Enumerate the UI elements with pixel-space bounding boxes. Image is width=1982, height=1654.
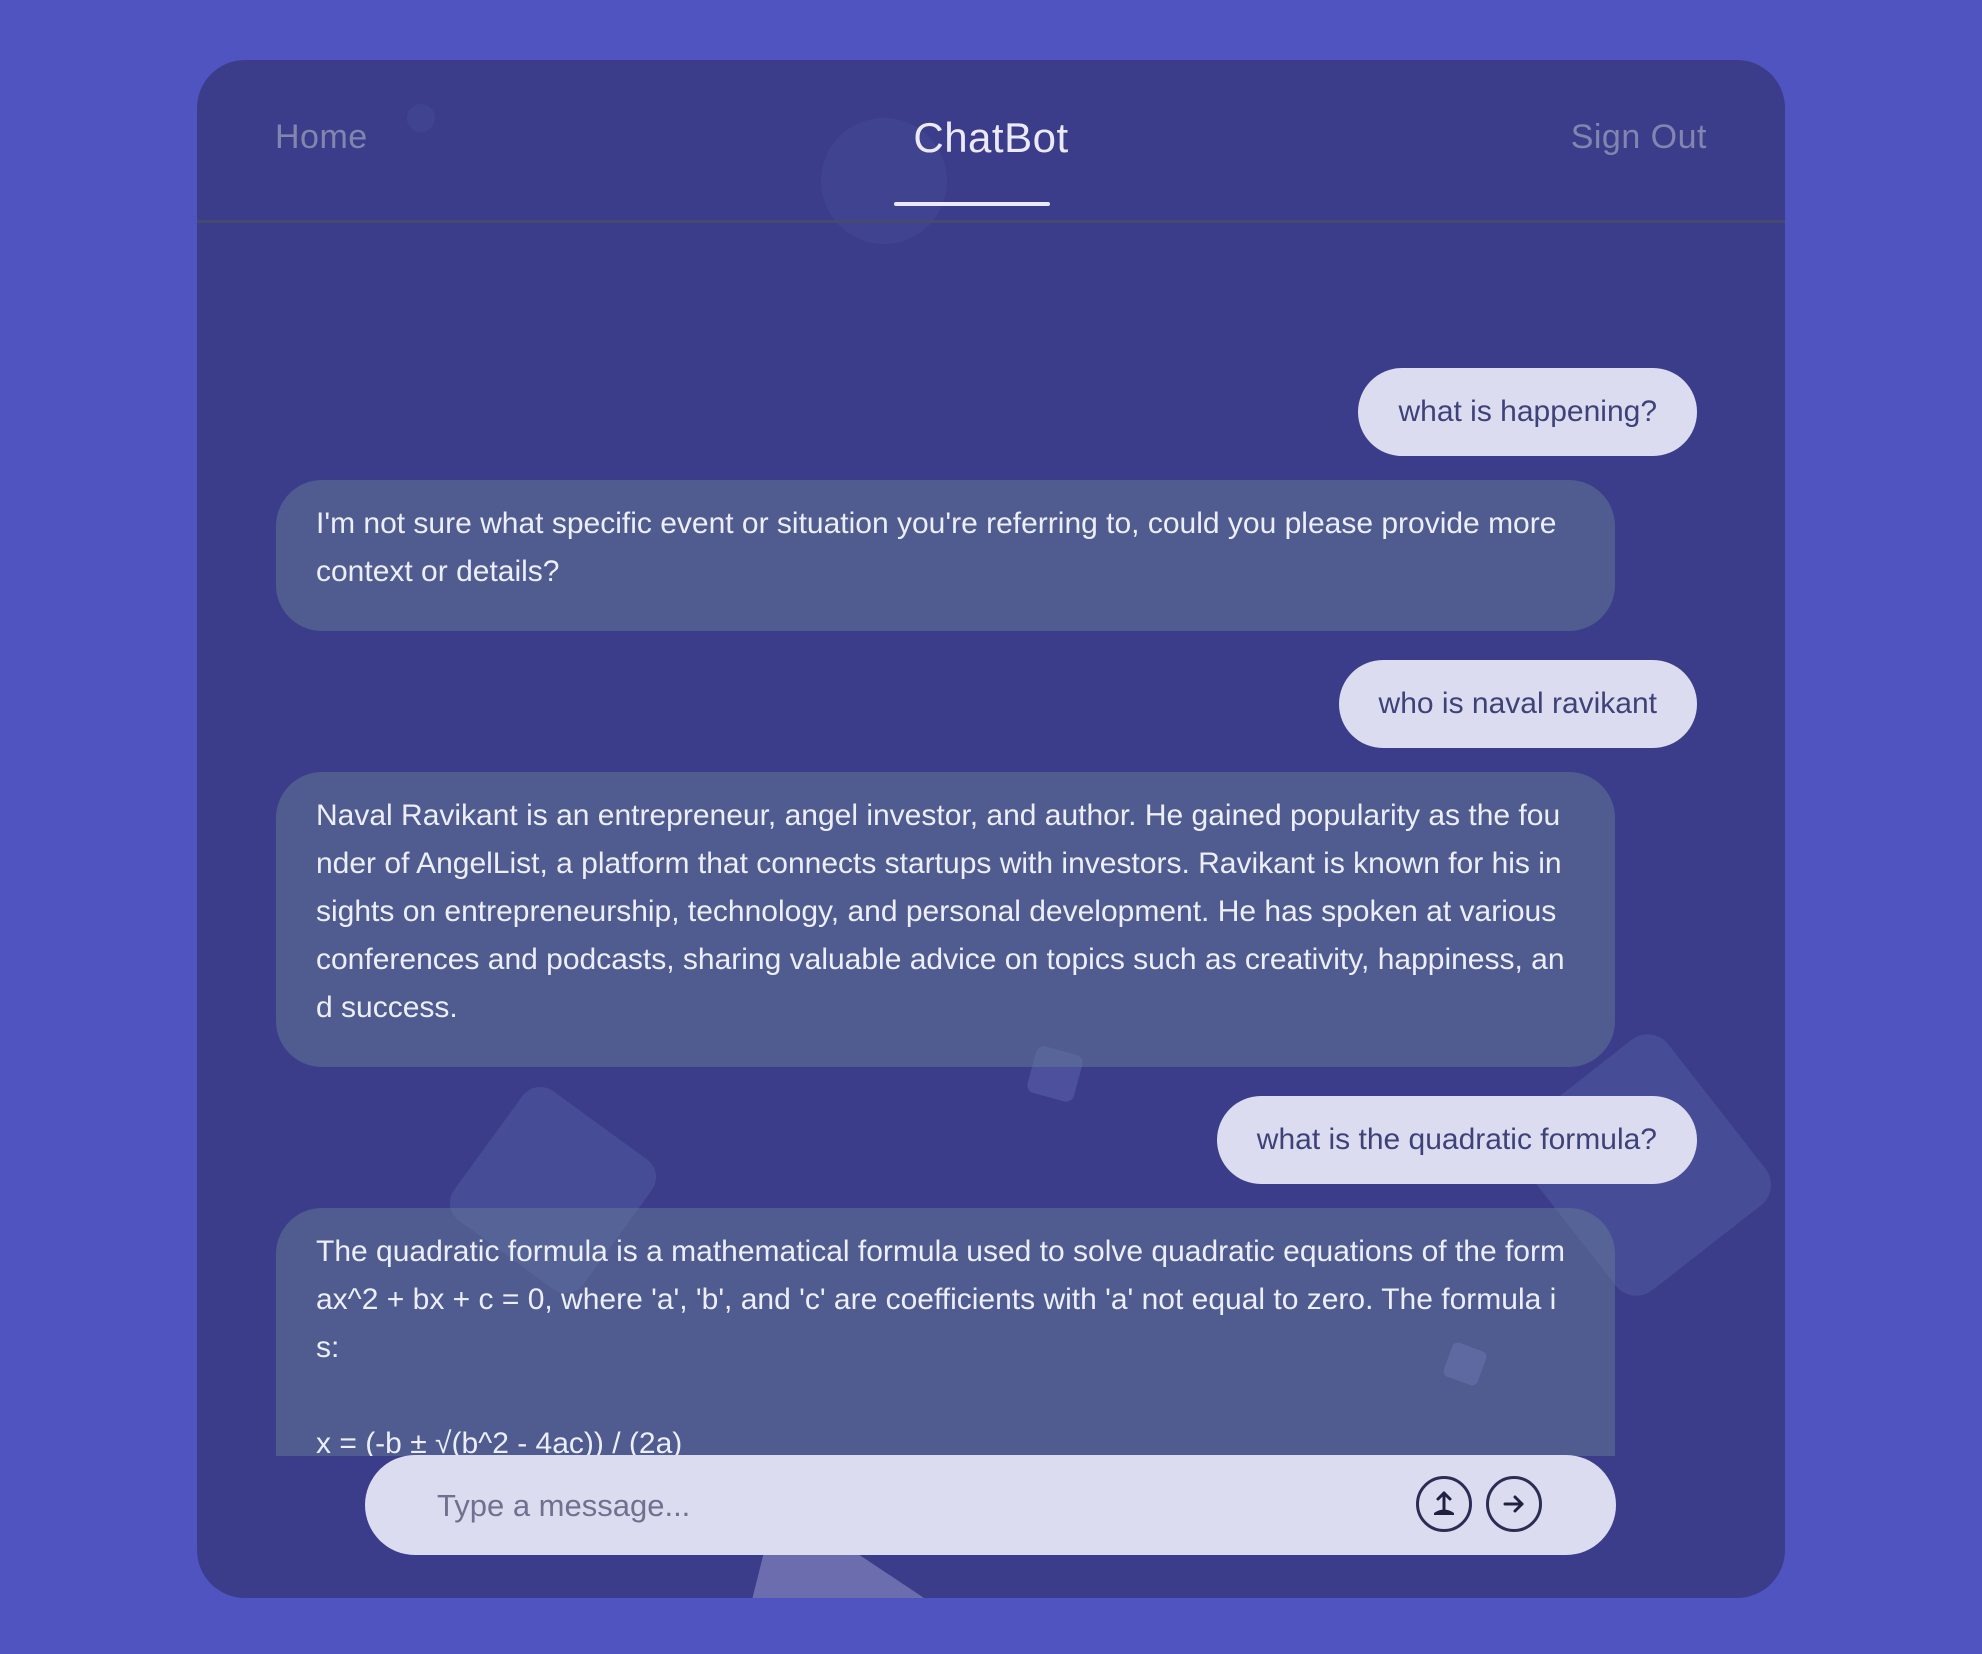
message-input[interactable] (435, 1475, 1399, 1537)
arrow-right-icon (1503, 1495, 1524, 1513)
send-button[interactable] (1486, 1476, 1542, 1532)
upload-icon (1434, 1491, 1454, 1515)
message-composer (365, 1455, 1616, 1555)
top-nav: Home ChatBot Sign Out (197, 60, 1785, 223)
chat-messages[interactable]: what is happening? I'm not sure what spe… (197, 223, 1785, 1479)
active-tab-indicator (894, 202, 1050, 206)
sign-out-link[interactable]: Sign Out (1571, 118, 1707, 157)
bot-message: Naval Ravikant is an entrepreneur, angel… (276, 772, 1615, 1067)
bot-message: The quadratic formula is a mathematical … (276, 1208, 1615, 1456)
bot-message: I'm not sure what specific event or situ… (276, 480, 1615, 631)
nav-title-tab[interactable]: ChatBot (197, 114, 1785, 162)
user-message: who is naval ravikant (1338, 660, 1697, 748)
upload-button[interactable] (1416, 1476, 1472, 1532)
user-message: what is happening? (1358, 368, 1697, 456)
user-message: what is the quadratic formula? (1216, 1096, 1697, 1184)
chat-card: Home ChatBot Sign Out what is happening?… (197, 60, 1785, 1598)
